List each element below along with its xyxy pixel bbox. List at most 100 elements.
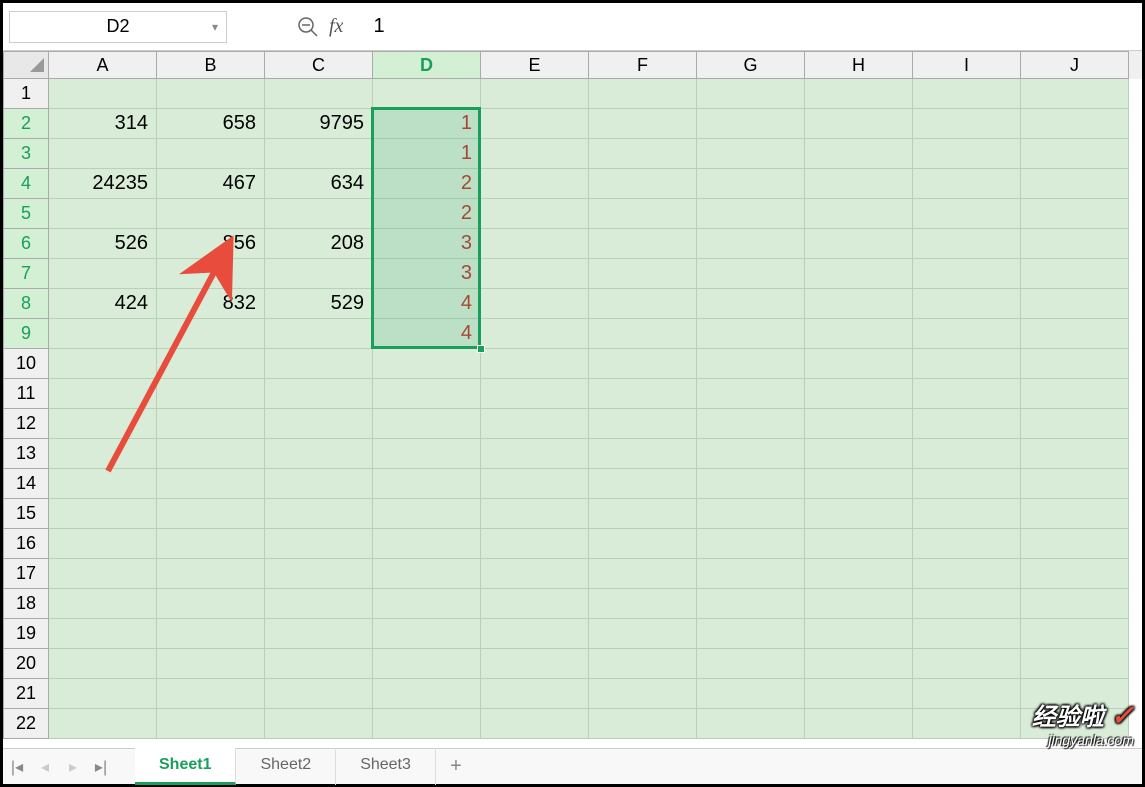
- cell-A20[interactable]: [49, 649, 157, 679]
- cell-F6[interactable]: [589, 229, 697, 259]
- zoom-out-icon[interactable]: [297, 16, 319, 38]
- cell-C17[interactable]: [265, 559, 373, 589]
- cell-J11[interactable]: [1021, 379, 1129, 409]
- cell-G21[interactable]: [697, 679, 805, 709]
- column-header-C[interactable]: C: [265, 51, 373, 79]
- name-box-dropdown-icon[interactable]: ▾: [212, 20, 218, 34]
- cell-C1[interactable]: [265, 79, 373, 109]
- last-sheet-button[interactable]: ▸|: [87, 753, 115, 781]
- cell-I3[interactable]: [913, 139, 1021, 169]
- cell-D17[interactable]: [373, 559, 481, 589]
- cell-J8[interactable]: [1021, 289, 1129, 319]
- cell-E21[interactable]: [481, 679, 589, 709]
- cell-C20[interactable]: [265, 649, 373, 679]
- cell-B17[interactable]: [157, 559, 265, 589]
- cell-J20[interactable]: [1021, 649, 1129, 679]
- cell-G14[interactable]: [697, 469, 805, 499]
- cell-G4[interactable]: [697, 169, 805, 199]
- sheet-tab-sheet3[interactable]: Sheet3: [336, 748, 436, 785]
- cell-E1[interactable]: [481, 79, 589, 109]
- cell-A10[interactable]: [49, 349, 157, 379]
- cell-E11[interactable]: [481, 379, 589, 409]
- cell-F18[interactable]: [589, 589, 697, 619]
- cell-J14[interactable]: [1021, 469, 1129, 499]
- cell-E10[interactable]: [481, 349, 589, 379]
- row-header-17[interactable]: 17: [3, 559, 49, 589]
- cell-C13[interactable]: [265, 439, 373, 469]
- cell-B7[interactable]: [157, 259, 265, 289]
- cell-A15[interactable]: [49, 499, 157, 529]
- cell-E9[interactable]: [481, 319, 589, 349]
- cell-H19[interactable]: [805, 619, 913, 649]
- cell-D14[interactable]: [373, 469, 481, 499]
- row-header-4[interactable]: 4: [3, 169, 49, 199]
- cell-A3[interactable]: [49, 139, 157, 169]
- cell-F1[interactable]: [589, 79, 697, 109]
- grid-body[interactable]: 1231465897951314242354676342526526856208…: [3, 79, 1142, 739]
- cell-J5[interactable]: [1021, 199, 1129, 229]
- cell-F7[interactable]: [589, 259, 697, 289]
- row-header-20[interactable]: 20: [3, 649, 49, 679]
- first-sheet-button[interactable]: |◂: [3, 753, 31, 781]
- cell-J19[interactable]: [1021, 619, 1129, 649]
- next-sheet-button[interactable]: ▸: [59, 753, 87, 781]
- cell-D16[interactable]: [373, 529, 481, 559]
- cell-I10[interactable]: [913, 349, 1021, 379]
- cell-C22[interactable]: [265, 709, 373, 739]
- cell-D18[interactable]: [373, 589, 481, 619]
- name-box[interactable]: D2 ▾: [9, 11, 227, 43]
- column-header-H[interactable]: H: [805, 51, 913, 79]
- cell-F20[interactable]: [589, 649, 697, 679]
- cell-H1[interactable]: [805, 79, 913, 109]
- cell-E2[interactable]: [481, 109, 589, 139]
- cell-F19[interactable]: [589, 619, 697, 649]
- row-header-11[interactable]: 11: [3, 379, 49, 409]
- cell-H3[interactable]: [805, 139, 913, 169]
- row-header-15[interactable]: 15: [3, 499, 49, 529]
- cell-C2[interactable]: 9795: [265, 109, 373, 139]
- cell-I8[interactable]: [913, 289, 1021, 319]
- cell-F17[interactable]: [589, 559, 697, 589]
- cell-C5[interactable]: [265, 199, 373, 229]
- cell-A2[interactable]: 314: [49, 109, 157, 139]
- cell-H8[interactable]: [805, 289, 913, 319]
- cell-E20[interactable]: [481, 649, 589, 679]
- cell-G11[interactable]: [697, 379, 805, 409]
- cell-I20[interactable]: [913, 649, 1021, 679]
- column-header-I[interactable]: I: [913, 51, 1021, 79]
- sheet-tab-sheet2[interactable]: Sheet2: [236, 748, 336, 785]
- cell-J10[interactable]: [1021, 349, 1129, 379]
- row-header-14[interactable]: 14: [3, 469, 49, 499]
- cell-I15[interactable]: [913, 499, 1021, 529]
- cell-A11[interactable]: [49, 379, 157, 409]
- cell-J1[interactable]: [1021, 79, 1129, 109]
- row-header-3[interactable]: 3: [3, 139, 49, 169]
- cell-B12[interactable]: [157, 409, 265, 439]
- cell-B10[interactable]: [157, 349, 265, 379]
- cell-E3[interactable]: [481, 139, 589, 169]
- cell-D5[interactable]: 2: [373, 199, 481, 229]
- cell-F5[interactable]: [589, 199, 697, 229]
- cell-H21[interactable]: [805, 679, 913, 709]
- selection-fill-handle[interactable]: [477, 345, 485, 353]
- cell-G10[interactable]: [697, 349, 805, 379]
- cell-G18[interactable]: [697, 589, 805, 619]
- cell-E15[interactable]: [481, 499, 589, 529]
- cell-B19[interactable]: [157, 619, 265, 649]
- cell-G6[interactable]: [697, 229, 805, 259]
- cell-A17[interactable]: [49, 559, 157, 589]
- cell-H10[interactable]: [805, 349, 913, 379]
- sheet-tab-sheet1[interactable]: Sheet1: [135, 748, 236, 785]
- cell-I7[interactable]: [913, 259, 1021, 289]
- row-header-12[interactable]: 12: [3, 409, 49, 439]
- cell-A13[interactable]: [49, 439, 157, 469]
- cell-F9[interactable]: [589, 319, 697, 349]
- cell-H16[interactable]: [805, 529, 913, 559]
- cell-H14[interactable]: [805, 469, 913, 499]
- cell-H11[interactable]: [805, 379, 913, 409]
- cell-H2[interactable]: [805, 109, 913, 139]
- cell-H22[interactable]: [805, 709, 913, 739]
- cell-G3[interactable]: [697, 139, 805, 169]
- cell-G8[interactable]: [697, 289, 805, 319]
- cell-F2[interactable]: [589, 109, 697, 139]
